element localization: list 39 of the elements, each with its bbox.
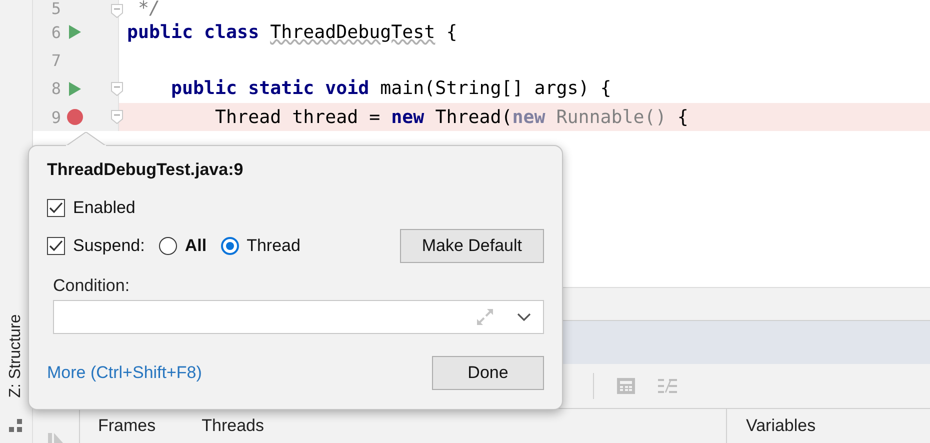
condition-field[interactable]: [53, 300, 544, 334]
code-line: public static void main(String[] args) {: [170, 78, 612, 100]
breakpoint-icon[interactable]: [67, 109, 83, 126]
panel-tab[interactable]: Frames: [98, 416, 156, 436]
done-button[interactable]: Done: [432, 356, 544, 390]
structure-icon[interactable]: [9, 419, 23, 433]
line-number: 9: [50, 108, 61, 127]
line-number: 5: [50, 0, 61, 18]
line-number: 6: [50, 22, 61, 42]
variables-header: Variables: [746, 416, 816, 436]
radio-label: Thread: [246, 236, 300, 256]
fold-icon[interactable]: [111, 82, 123, 96]
make-default-button[interactable]: Make Default: [400, 229, 544, 263]
code-line: */: [137, 0, 160, 18]
condition-label: Condition:: [53, 276, 131, 297]
expand-icon[interactable]: [475, 307, 495, 327]
line-number: 8: [50, 79, 61, 98]
run-icon[interactable]: [69, 25, 81, 40]
panel-tab[interactable]: Threads: [202, 416, 264, 436]
checkbox-label: Enabled: [73, 198, 136, 218]
calculator-icon[interactable]: [616, 377, 636, 395]
fold-icon[interactable]: [111, 4, 123, 18]
code-line: Thread thread = new Thread(new Runnable() {: [214, 106, 688, 128]
code-line: public class ThreadDebugTest {: [127, 22, 458, 43]
chevron-down-icon[interactable]: [517, 313, 531, 321]
popup-title: ThreadDebugTest.java:9: [47, 160, 244, 181]
tool-window-tab[interactable]: Z: Structure: [7, 306, 25, 406]
run-icon[interactable]: [69, 82, 81, 96]
radio-button[interactable]: [158, 237, 177, 255]
radio-label: All: [184, 236, 207, 256]
fold-icon[interactable]: [111, 110, 123, 124]
line-number: 7: [50, 50, 61, 70]
resume-icon[interactable]: [48, 433, 64, 443]
checkbox-label: Suspend:: [73, 236, 145, 256]
radio-button[interactable]: [220, 237, 239, 255]
list-settings-icon[interactable]: [658, 378, 678, 394]
checkbox[interactable]: [47, 199, 65, 217]
checkbox[interactable]: [47, 237, 65, 255]
more-link[interactable]: More (Ctrl+Shift+F8): [47, 363, 202, 383]
